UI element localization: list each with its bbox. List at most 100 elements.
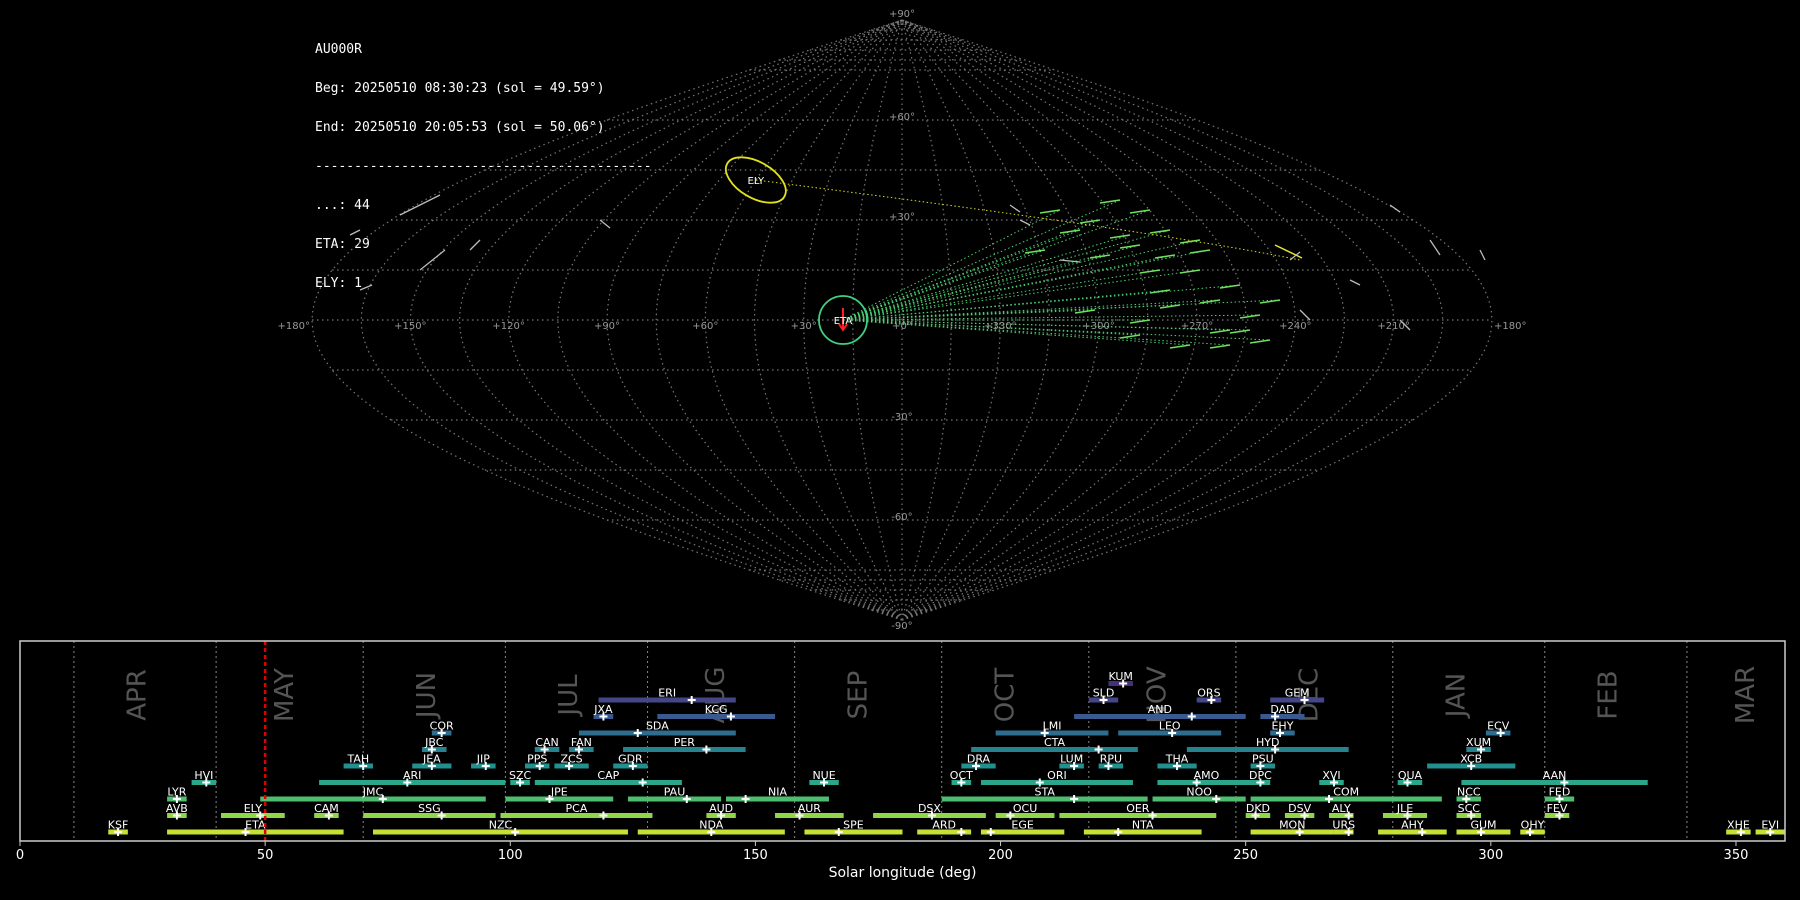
month-label: FEB — [1594, 670, 1624, 719]
eta-meteor-segment — [1119, 334, 1141, 339]
eta-meteor-segment — [1189, 249, 1211, 254]
shower-label: DRA — [967, 753, 991, 766]
eta-meteor-trail — [842, 199, 1121, 321]
shower-label: MON — [1279, 819, 1305, 832]
shower-label: JLE — [1396, 802, 1413, 815]
longitude-label: +90° — [594, 321, 620, 332]
eta-meteor-trail — [842, 269, 1161, 321]
shower-label: RPU — [1100, 753, 1122, 766]
month-label: SEP — [843, 671, 873, 720]
shower-label: NIA — [768, 786, 787, 799]
shower-label: GUM — [1470, 819, 1496, 832]
shower-label: THA — [1165, 753, 1189, 766]
shower-label: DKD — [1246, 802, 1270, 815]
x-axis-label: Solar longitude (deg) — [829, 865, 977, 881]
latitude-label: +30° — [889, 212, 915, 223]
x-tick-label: 250 — [1233, 848, 1258, 863]
eta-meteor-segment — [1024, 249, 1046, 254]
shower-label: PAU — [664, 786, 686, 799]
month-label: JUN — [412, 672, 442, 720]
shower-label: JMC — [362, 786, 384, 799]
shower-label: OCU — [1013, 802, 1037, 815]
shower-peak-marker — [638, 778, 647, 787]
x-tick-label: 0 — [16, 848, 24, 863]
shower-label: OCT — [950, 769, 973, 782]
sporadic-meteor-trail — [1389, 204, 1401, 213]
shower-label: JEA — [422, 753, 441, 766]
x-tick-label: 300 — [1478, 848, 1503, 863]
shower-label: PER — [674, 736, 696, 749]
shower-label: XUM — [1466, 736, 1491, 749]
shower-label: ELY — [244, 802, 263, 815]
eta-meteor-trail — [842, 229, 1081, 321]
eta-meteor-trail — [842, 299, 1281, 321]
shower-label: NCC — [1457, 786, 1481, 799]
longitude-label: +240° — [1279, 321, 1311, 332]
eta-meteor-trail — [842, 269, 1201, 321]
eta-meteor-segment — [1074, 309, 1096, 314]
eta-meteor-trail — [842, 319, 1231, 346]
month-label: JUL — [554, 674, 584, 718]
shower-label: LYR — [167, 786, 186, 799]
shower-timeline: APR MAY JUN JUL AUG SEP OCT NOV DEC JAN FEB MARKSF E… — [16, 640, 1786, 881]
shower-label: ORI — [1047, 769, 1067, 782]
latitude-label: -60° — [891, 512, 912, 523]
longitude-label: +270° — [1181, 321, 1213, 332]
shower-label: QUA — [1398, 769, 1423, 782]
sporadic-meteor-trail — [1479, 249, 1486, 261]
shower-label: HYD — [1256, 736, 1279, 749]
shower-label: AMO — [1194, 769, 1220, 782]
latitude-label: -90° — [891, 621, 912, 632]
shower-label: DSV — [1288, 802, 1311, 815]
shower-peak-marker — [1070, 795, 1079, 803]
shower-label: DSX — [918, 802, 941, 815]
x-tick-label: 200 — [988, 848, 1013, 863]
sporadic-meteor-trail — [469, 239, 481, 251]
shower-label: HVI — [194, 769, 213, 782]
shower-label: CAM — [314, 802, 339, 815]
eta-meteor-segment — [1059, 229, 1081, 234]
shower-label: COM — [1333, 786, 1359, 799]
shower-label: XHE — [1727, 819, 1750, 832]
shower-label: ARD — [932, 819, 956, 832]
shower-label: NDA — [699, 819, 724, 832]
ely-radiant-label: ELY — [748, 176, 766, 187]
longitude-label: +180° — [278, 321, 310, 332]
sporadic-meteor-trail — [1019, 219, 1031, 226]
latitude-label: +90° — [889, 9, 915, 20]
eta-meteor-trail — [842, 254, 1176, 321]
eta-meteor-segment — [1039, 209, 1061, 214]
x-tick-label: 50 — [257, 848, 274, 863]
longitude-label: +150° — [394, 321, 426, 332]
eta-meteor-trail — [842, 229, 1171, 321]
shower-label: AHY — [1401, 819, 1424, 832]
shower-label: TAH — [346, 753, 369, 766]
shower-label: OHY — [1521, 819, 1545, 832]
shower-peak-marker — [834, 828, 843, 836]
shower-label: ARI — [403, 769, 421, 782]
eta-meteor-segment — [1169, 344, 1191, 349]
shower-peak-marker — [1212, 795, 1221, 803]
x-tick-label: 350 — [1724, 848, 1749, 863]
shower-label: ORS — [1197, 687, 1220, 700]
shower-label: AND — [1148, 703, 1172, 716]
shower-label: GDR — [618, 753, 643, 766]
sporadic-meteor-trail — [1349, 279, 1361, 286]
shower-label: JIP — [476, 753, 490, 766]
shower-label: SSG — [418, 802, 441, 815]
shower-label: FAN — [571, 736, 592, 749]
shower-label: FEV — [1547, 802, 1568, 815]
shower-label: SZC — [509, 769, 532, 782]
eta-meteor-trail — [842, 209, 1151, 321]
sporadic-meteor-trail — [1009, 204, 1021, 213]
shower-label: ZCS — [560, 753, 582, 766]
meridian-line — [901, 19, 1296, 621]
shower-label: PSU — [1252, 753, 1274, 766]
longitude-label: +180° — [1494, 321, 1526, 332]
shower-peak-marker — [633, 729, 642, 737]
shower-peak-marker — [599, 811, 608, 820]
latitude-label: +60° — [889, 112, 915, 123]
latitude-label: -30° — [891, 412, 912, 423]
shower-label: KSF — [108, 819, 129, 832]
eta-meteor-trail — [842, 284, 1241, 321]
